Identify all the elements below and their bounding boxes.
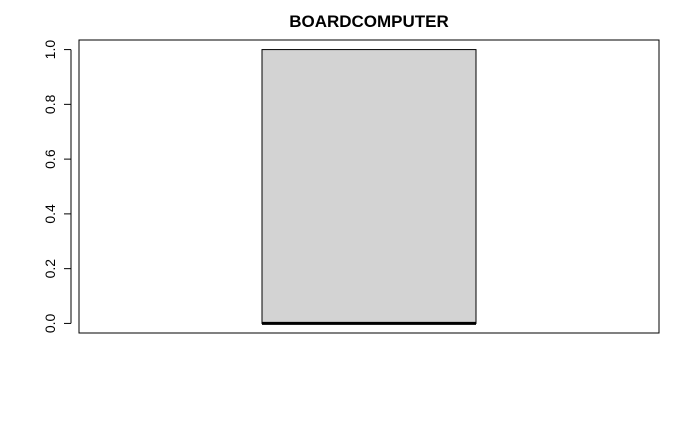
box-iqr	[261, 49, 477, 324]
y-tick-label: 0.8	[42, 94, 58, 114]
y-tick-label: 0.6	[42, 149, 58, 169]
boxplot-chart: BOARDCOMPUTER 0.0 0.2 0.4 0.6 0.8 1.0	[0, 0, 700, 432]
y-tick-label: 0.0	[42, 313, 58, 333]
y-tick-label: 1.0	[42, 40, 58, 60]
chart-title: BOARDCOMPUTER	[289, 12, 449, 31]
box-series	[261, 49, 477, 325]
y-tick-label: 0.2	[42, 259, 58, 279]
y-tick-label: 0.4	[42, 204, 58, 224]
